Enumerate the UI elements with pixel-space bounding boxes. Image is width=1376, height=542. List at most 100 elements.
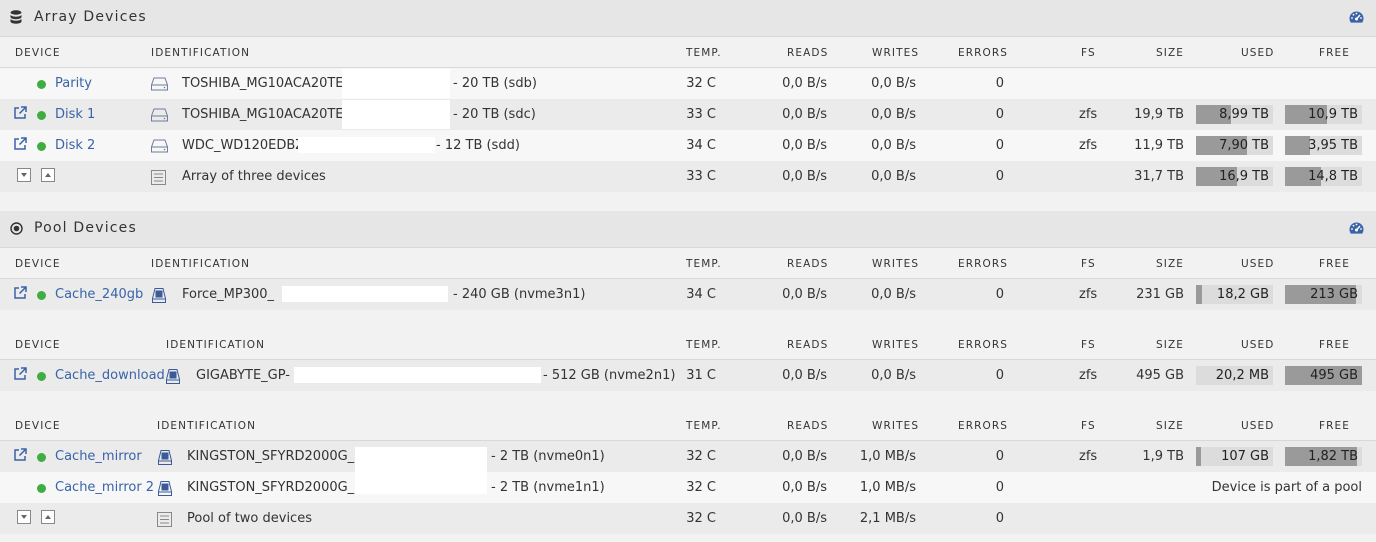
col-identification: IDENTIFICATION bbox=[151, 258, 251, 270]
writes: 0,0 B/s bbox=[871, 169, 916, 184]
section-title: Pool Devices bbox=[34, 220, 137, 236]
writes: 0,0 B/s bbox=[871, 287, 916, 302]
reads: 0,0 B/s bbox=[782, 169, 827, 184]
errors: 0 bbox=[995, 76, 1004, 91]
free-bar: 14,8 TB bbox=[1285, 167, 1362, 186]
device-link-cache-mirror[interactable]: Cache_mirror bbox=[55, 441, 142, 472]
table-row: Cache_mirror 2 KINGSTON_SFYRD2000G_ - 2 … bbox=[0, 472, 1376, 503]
pool-member-note: Device is part of a pool bbox=[1211, 480, 1362, 495]
size: 1,9 TB bbox=[1142, 449, 1184, 464]
col-used: USED bbox=[1241, 339, 1275, 351]
device-link-cache-240gb[interactable]: Cache_240gb bbox=[55, 279, 143, 310]
device-link-parity[interactable]: Parity bbox=[55, 68, 92, 99]
col-identification: IDENTIFICATION bbox=[151, 47, 251, 59]
status-dot-icon bbox=[37, 484, 46, 493]
table-row: Disk 1 TOSHIBA_MG10ACA20TE_ - 20 TB (sdc… bbox=[0, 99, 1376, 130]
col-used: USED bbox=[1241, 47, 1275, 59]
free-value: 213 GB bbox=[1310, 287, 1358, 302]
external-link-icon[interactable] bbox=[13, 367, 27, 381]
identification: KINGSTON_SFYRD2000G_ bbox=[187, 480, 355, 495]
col-identification: IDENTIFICATION bbox=[166, 339, 266, 351]
used-value: 7,90 TB bbox=[1219, 138, 1269, 153]
redacted-serial bbox=[342, 100, 450, 129]
redacted-serial bbox=[355, 447, 487, 472]
identification: TOSHIBA_MG10ACA20TE_ bbox=[182, 76, 351, 91]
col-device: DEVICE bbox=[15, 258, 61, 270]
free-bar: 1,82 TB bbox=[1285, 447, 1362, 466]
collapse-down-icon[interactable] bbox=[17, 168, 31, 182]
col-temp: TEMP. bbox=[686, 47, 722, 59]
hard-disk-icon bbox=[151, 139, 168, 153]
identification-suffix: - 20 TB (sdb) bbox=[453, 76, 537, 91]
temp: 33 C bbox=[686, 107, 716, 122]
pool-column-headers: DEVICE IDENTIFICATION TEMP. READS WRITES… bbox=[0, 248, 1376, 279]
used-bar: 20,2 MB bbox=[1196, 366, 1273, 385]
device-link-cache-mirror-2[interactable]: Cache_mirror 2 bbox=[55, 472, 154, 503]
status-dot-icon bbox=[37, 453, 46, 462]
reads: 0,0 B/s bbox=[782, 511, 827, 526]
temp: 34 C bbox=[686, 138, 716, 153]
collapse-up-icon[interactable] bbox=[41, 510, 55, 524]
col-device: DEVICE bbox=[15, 339, 61, 351]
temp: 34 C bbox=[686, 287, 716, 302]
col-reads: READS bbox=[787, 47, 829, 59]
col-size: SIZE bbox=[1156, 420, 1184, 432]
external-link-icon[interactable] bbox=[13, 448, 27, 462]
used-bar: 107 GB bbox=[1196, 447, 1273, 466]
identification: TOSHIBA_MG10ACA20TE_ bbox=[182, 107, 351, 122]
temp: 32 C bbox=[686, 480, 716, 495]
free-bar: 495 GB bbox=[1285, 366, 1362, 385]
used-bar: 8,99 TB bbox=[1196, 105, 1273, 124]
reads: 0,0 B/s bbox=[782, 138, 827, 153]
col-reads: READS bbox=[787, 258, 829, 270]
nvme-disk-icon bbox=[152, 288, 166, 303]
errors: 0 bbox=[995, 138, 1004, 153]
identification: WDC_WD120EDBZ- bbox=[182, 138, 309, 153]
col-writes: WRITES bbox=[872, 339, 920, 351]
temp: 32 C bbox=[686, 511, 716, 526]
used-value: 107 GB bbox=[1221, 449, 1269, 464]
dashboard-gauge-icon[interactable] bbox=[1349, 11, 1364, 23]
status-dot-icon bbox=[37, 142, 46, 151]
col-temp: TEMP. bbox=[686, 339, 722, 351]
external-link-icon[interactable] bbox=[13, 286, 27, 300]
errors: 0 bbox=[995, 107, 1004, 122]
used-value: 8,99 TB bbox=[1219, 107, 1269, 122]
errors: 0 bbox=[995, 480, 1004, 495]
collapse-up-icon[interactable] bbox=[41, 168, 55, 182]
pool-column-headers: DEVICE IDENTIFICATION TEMP. READS WRITES… bbox=[0, 410, 1376, 441]
temp: 32 C bbox=[686, 76, 716, 91]
used-bar: 7,90 TB bbox=[1196, 136, 1273, 155]
status-dot-icon bbox=[37, 80, 46, 89]
used-bar-fill bbox=[1196, 447, 1201, 466]
identification: Force_MP300_ bbox=[182, 287, 275, 302]
identification: GIGABYTE_GP- bbox=[196, 368, 290, 383]
device-link-disk2[interactable]: Disk 2 bbox=[55, 130, 95, 161]
errors: 0 bbox=[995, 511, 1004, 526]
size: 495 GB bbox=[1136, 368, 1184, 383]
col-fs: FS bbox=[1081, 339, 1096, 351]
external-link-icon[interactable] bbox=[13, 106, 27, 120]
free-value: 10,9 TB bbox=[1308, 107, 1358, 122]
dashboard-gauge-icon[interactable] bbox=[1349, 222, 1364, 234]
size: 31,7 TB bbox=[1134, 169, 1184, 184]
filesystem: zfs bbox=[1079, 107, 1098, 122]
col-free: FREE bbox=[1319, 47, 1351, 59]
external-link-icon[interactable] bbox=[13, 137, 27, 151]
device-link-cache-download[interactable]: Cache_download bbox=[55, 360, 165, 391]
used-value: 16,9 TB bbox=[1219, 169, 1269, 184]
free-bar-fill bbox=[1285, 136, 1311, 155]
col-used: USED bbox=[1241, 420, 1275, 432]
col-free: FREE bbox=[1319, 339, 1351, 351]
device-link-disk1[interactable]: Disk 1 bbox=[55, 99, 95, 130]
temp: 32 C bbox=[686, 449, 716, 464]
status-dot-icon bbox=[37, 111, 46, 120]
col-errors: ERRORS bbox=[958, 339, 1009, 351]
collapse-down-icon[interactable] bbox=[17, 510, 31, 524]
used-bar: 18,2 GB bbox=[1196, 285, 1273, 304]
size: 19,9 TB bbox=[1134, 107, 1184, 122]
redacted-serial bbox=[342, 69, 450, 98]
col-writes: WRITES bbox=[872, 47, 920, 59]
redacted-serial bbox=[294, 367, 541, 383]
summary-label: Array of three devices bbox=[182, 169, 326, 184]
